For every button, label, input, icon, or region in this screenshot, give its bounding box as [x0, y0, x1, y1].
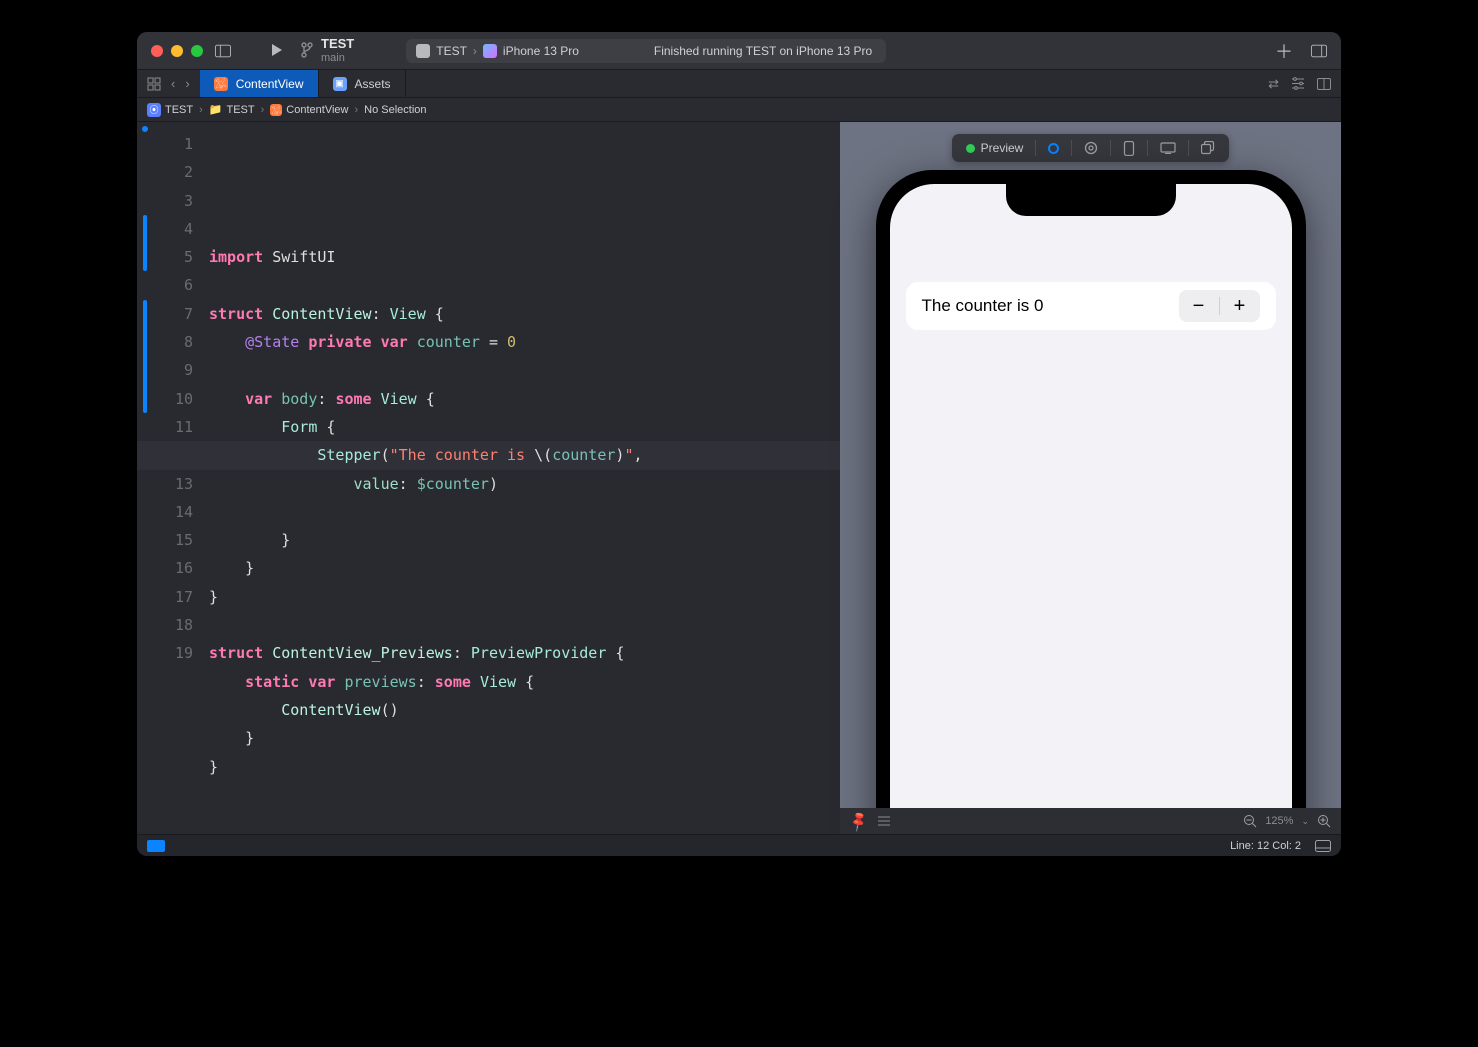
stepper-control: − + — [1179, 290, 1260, 322]
preview-device-settings-button[interactable] — [1115, 134, 1143, 162]
live-indicator-icon — [966, 144, 975, 153]
tab-contentview[interactable]: 𓅮 ContentView — [200, 70, 319, 97]
scheme-name: TEST — [321, 37, 354, 51]
chevron-right-icon: › — [199, 104, 203, 116]
chevron-down-icon[interactable]: ⌄ — [1301, 816, 1309, 827]
scheme-branch: main — [321, 52, 354, 64]
zoom-in-icon[interactable] — [1317, 814, 1331, 828]
device-screen[interactable]: The counter is 0 − + — [890, 184, 1292, 834]
maximize-icon[interactable] — [191, 45, 203, 57]
breadcrumb-item[interactable]: ContentView — [286, 104, 348, 116]
line-number: 19 — [137, 639, 193, 667]
line-number: 3 — [137, 187, 193, 215]
chevron-right-icon: › — [354, 104, 358, 116]
preview-duplicate-button[interactable] — [1193, 134, 1223, 162]
app-icon — [416, 44, 430, 58]
selectable-icon — [1048, 143, 1059, 154]
device-frame: The counter is 0 − + — [876, 170, 1306, 834]
chevron-right-icon: › — [473, 44, 477, 58]
run-controls: TEST main — [269, 37, 354, 63]
line-number: 18 — [137, 611, 193, 639]
breadcrumb-item[interactable]: No Selection — [364, 104, 426, 116]
preview-toolbar: Preview — [952, 134, 1230, 162]
line-number: 11 — [137, 413, 193, 441]
library-button[interactable]: ＋ — [1275, 38, 1293, 64]
swift-icon: 𓅮 — [214, 77, 228, 91]
main-area: 1 2 3 4 5 6 7 8 9 10 11 12 13 14 15 16 1… — [137, 122, 1341, 834]
editor-tabstrip: ‹ › 𓅮 ContentView ▣ Assets ⇄ — [137, 70, 1341, 98]
breadcrumb-item[interactable]: TEST — [165, 104, 193, 116]
build-target: TEST — [436, 44, 467, 58]
zoom-level[interactable]: 125% — [1265, 815, 1293, 827]
line-number: 6 — [137, 271, 193, 299]
stepper-decrement-button[interactable]: − — [1179, 290, 1219, 322]
close-icon[interactable] — [151, 45, 163, 57]
preview-label: Preview — [981, 141, 1024, 155]
scheme-selector[interactable]: TEST main — [321, 37, 354, 63]
add-editor-icon[interactable] — [1317, 78, 1331, 90]
sidebar-right-icon[interactable] — [1311, 43, 1327, 59]
titlebar: TEST main TEST › iPhone 13 Pro Finished … — [137, 32, 1341, 70]
change-bar — [143, 215, 147, 272]
run-button[interactable] — [269, 42, 285, 58]
code-content[interactable]: import SwiftUI struct ContentView: View … — [203, 122, 840, 834]
debug-area-toggle-icon[interactable] — [1315, 840, 1331, 852]
traffic-lights — [151, 45, 203, 57]
preview-variants-button[interactable] — [1076, 134, 1106, 162]
preview-on-device-button[interactable] — [1152, 134, 1184, 162]
cursor-position: Line: 12 Col: 2 — [1230, 840, 1301, 852]
adjust-editor-icon[interactable] — [1291, 77, 1305, 90]
minimize-icon[interactable] — [171, 45, 183, 57]
project-icon: ⦿ — [147, 103, 161, 117]
statusbar: Line: 12 Col: 2 — [137, 834, 1341, 856]
tab-label: Assets — [355, 77, 391, 91]
branch-icon — [301, 42, 313, 58]
canvas-bottom-bar: 📌 125% ⌄ — [840, 808, 1341, 834]
assets-icon: ▣ — [333, 77, 347, 91]
activity-pill[interactable]: TEST › iPhone 13 Pro Finished running TE… — [406, 39, 886, 63]
code-editor[interactable]: 1 2 3 4 5 6 7 8 9 10 11 12 13 14 15 16 1… — [137, 122, 840, 834]
line-number: 2 — [137, 158, 193, 186]
breadcrumb-item[interactable]: TEST — [227, 104, 255, 116]
pin-icon[interactable]: 📌 — [847, 809, 871, 833]
line-number: 15 — [137, 526, 193, 554]
device-icon — [483, 44, 497, 58]
zoom-out-icon[interactable] — [1243, 814, 1257, 828]
line-number: 13 — [137, 470, 193, 498]
preview-list-icon[interactable] — [877, 815, 891, 827]
tab-assets[interactable]: ▣ Assets — [319, 70, 406, 97]
form-row: The counter is 0 − + — [906, 282, 1276, 330]
counterparts-icon[interactable]: ⇄ — [1268, 76, 1279, 92]
preview-live-button[interactable]: Preview — [958, 134, 1032, 162]
build-device: iPhone 13 Pro — [503, 44, 579, 58]
chevron-right-icon: › — [261, 104, 265, 116]
change-dot-icon — [142, 126, 148, 132]
canvas-pane: Preview — [840, 122, 1341, 834]
xcode-window: TEST main TEST › iPhone 13 Pro Finished … — [137, 32, 1341, 856]
notch — [1006, 184, 1176, 216]
sidebar-left-icon[interactable] — [215, 43, 231, 59]
build-status: Finished running TEST on iPhone 13 Pro — [654, 44, 876, 58]
swift-icon: 𓅮 — [270, 104, 282, 116]
line-number: 1 — [137, 130, 193, 158]
line-number: 14 — [137, 498, 193, 526]
related-items-icon[interactable] — [147, 77, 161, 91]
line-number: 17 — [137, 583, 193, 611]
debug-area-chip[interactable] — [147, 840, 165, 852]
stepper-label: The counter is 0 — [922, 296, 1044, 316]
folder-icon: 📁 — [209, 103, 223, 116]
nav-forward-button[interactable]: › — [185, 76, 189, 91]
breadcrumb[interactable]: ⦿ TEST › 📁 TEST › 𓅮 ContentView › No Sel… — [137, 98, 1341, 122]
nav-back-button[interactable]: ‹ — [171, 76, 175, 91]
stepper-increment-button[interactable]: + — [1220, 290, 1260, 322]
line-gutter: 1 2 3 4 5 6 7 8 9 10 11 12 13 14 15 16 1… — [137, 122, 203, 834]
line-number: 16 — [137, 554, 193, 582]
change-bar — [143, 300, 147, 413]
tab-label: ContentView — [236, 77, 304, 91]
preview-select-button[interactable] — [1040, 134, 1067, 162]
